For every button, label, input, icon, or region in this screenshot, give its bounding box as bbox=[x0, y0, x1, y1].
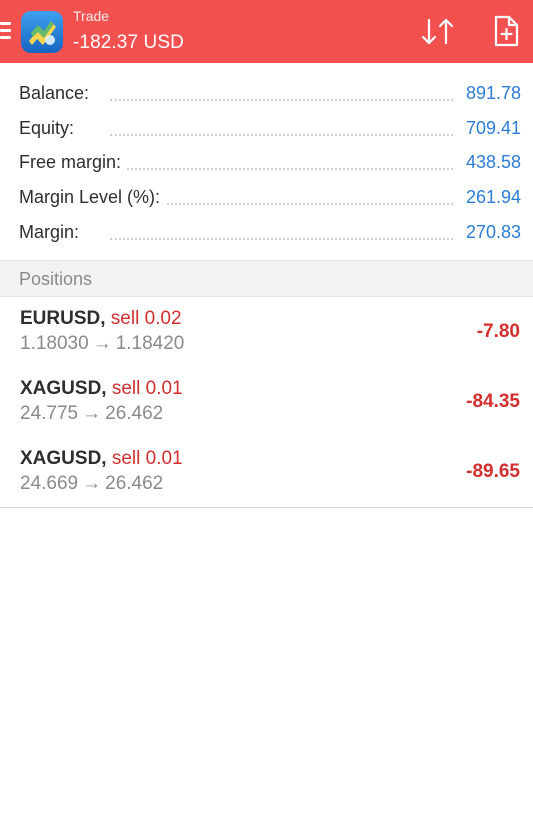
summary-value: 270.83 bbox=[459, 222, 521, 243]
right-arrow-icon: → bbox=[82, 403, 102, 424]
right-arrow-icon: → bbox=[92, 333, 112, 354]
position-side-volume: sell 0.02 bbox=[110, 308, 182, 329]
summary-value: 438.58 bbox=[459, 152, 521, 173]
current-price: 1.18420 bbox=[115, 333, 185, 354]
summary-row-equity: Equity: 709.41 bbox=[0, 110, 533, 144]
current-price: 26.462 bbox=[105, 403, 164, 424]
dotted-leader bbox=[110, 238, 453, 240]
position-title: EURUSD, sell 0.02 bbox=[20, 308, 182, 329]
account-summary: Balance: 891.78 Equity: 709.41 Free marg… bbox=[0, 63, 533, 260]
position-prices: 24.775 → 26.462 bbox=[20, 403, 163, 425]
positions-header-label: Positions bbox=[19, 269, 93, 289]
summary-value: 261.94 bbox=[459, 187, 521, 208]
summary-label: Margin: bbox=[19, 222, 86, 243]
position-symbol: XAGUSD bbox=[20, 448, 102, 469]
position-profit: -7.80 bbox=[476, 321, 520, 342]
dotted-leader bbox=[110, 168, 453, 170]
current-price: 26.462 bbox=[105, 473, 164, 494]
summary-row-free-margin: Free margin: 438.58 bbox=[0, 144, 533, 178]
summary-row-balance: Balance: 891.78 bbox=[0, 75, 533, 109]
position-row[interactable]: XAGUSD, sell 0.01 24.669 → 26.462 -89.65 bbox=[0, 437, 533, 508]
position-profit: -89.65 bbox=[466, 461, 520, 482]
summary-label: Equity: bbox=[19, 118, 81, 139]
new-order-icon[interactable] bbox=[491, 14, 521, 48]
position-prices: 1.18030 → 1.18420 bbox=[20, 333, 184, 355]
position-symbol: XAGUSD bbox=[20, 378, 102, 399]
page-title: Trade bbox=[73, 8, 110, 24]
total-profit-value: -182.37 USD bbox=[73, 32, 184, 53]
open-price: 24.775 bbox=[20, 403, 79, 424]
position-row[interactable]: EURUSD, sell 0.02 1.18030 → 1.18420 -7.80 bbox=[0, 297, 533, 368]
summary-value: 709.41 bbox=[459, 118, 521, 139]
position-title: XAGUSD, sell 0.01 bbox=[20, 378, 183, 399]
position-prices: 24.669 → 26.462 bbox=[20, 473, 163, 495]
summary-value: 891.78 bbox=[459, 83, 521, 104]
dotted-leader bbox=[110, 99, 453, 101]
summary-label: Margin Level (%): bbox=[19, 187, 167, 208]
position-profit: -84.35 bbox=[466, 391, 520, 412]
top-app-bar: Trade -182.37 USD bbox=[0, 0, 533, 63]
sort-arrows-icon[interactable] bbox=[420, 16, 456, 48]
position-side-volume: sell 0.01 bbox=[111, 448, 183, 469]
right-arrow-icon: → bbox=[82, 473, 102, 494]
dotted-leader bbox=[110, 134, 453, 136]
open-price: 24.669 bbox=[20, 473, 79, 494]
summary-label: Free margin: bbox=[19, 152, 128, 173]
metatrader-logo-icon[interactable] bbox=[21, 11, 63, 53]
summary-label: Balance: bbox=[19, 83, 96, 104]
hamburger-menu-icon[interactable] bbox=[0, 22, 12, 40]
summary-row-margin-level: Margin Level (%): 261.94 bbox=[0, 179, 533, 213]
position-title: XAGUSD, sell 0.01 bbox=[20, 448, 183, 469]
position-row[interactable]: XAGUSD, sell 0.01 24.775 → 26.462 -84.35 bbox=[0, 367, 533, 438]
position-side-volume: sell 0.01 bbox=[111, 378, 183, 399]
positions-section-header: Positions bbox=[0, 260, 533, 297]
position-symbol: EURUSD bbox=[20, 308, 101, 329]
open-price: 1.18030 bbox=[20, 333, 89, 354]
summary-row-margin: Margin: 270.83 bbox=[0, 214, 533, 248]
